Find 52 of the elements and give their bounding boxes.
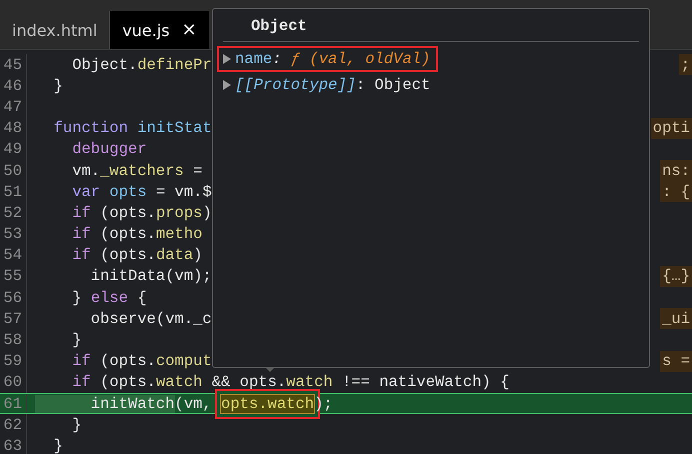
code-line: } bbox=[71, 416, 82, 434]
expand-arrow-icon[interactable] bbox=[223, 54, 231, 64]
code-line: if (opts.props) bbox=[71, 204, 212, 222]
code-line: Object.definePr bbox=[71, 56, 212, 74]
code-line: initData(vm); bbox=[90, 267, 212, 286]
code-line: if (opts.metho bbox=[71, 225, 202, 244]
inline-value: : { bbox=[660, 181, 692, 202]
code-line: debugger bbox=[71, 140, 147, 158]
code-line: if (opts.comput bbox=[71, 352, 212, 370]
line-number: 61 bbox=[0, 394, 27, 414]
line-number: 49 bbox=[0, 138, 27, 160]
line-number: 47 bbox=[0, 96, 27, 118]
line-number: 54 bbox=[0, 244, 27, 266]
inline-value: s = bbox=[660, 350, 692, 372]
line-number: 45 bbox=[0, 54, 27, 76]
inline-value: {…} bbox=[660, 266, 692, 288]
code-line: if (opts.data) bbox=[71, 246, 202, 264]
line-number: 46 bbox=[0, 75, 27, 96]
property-value: : ƒ (val, oldVal) bbox=[272, 50, 430, 68]
inline-value: opti bbox=[650, 118, 692, 139]
line-number: 50 bbox=[0, 160, 27, 182]
line-number: 59 bbox=[0, 350, 27, 372]
code-line: observe(vm._c bbox=[90, 310, 212, 328]
line-number: 56 bbox=[0, 287, 27, 308]
property-value: : Object bbox=[356, 76, 430, 94]
popover-title: Object bbox=[223, 17, 639, 42]
line-number: 51 bbox=[0, 181, 27, 202]
file-tab[interactable]: vue.js × bbox=[109, 11, 209, 49]
line-number: 62 bbox=[0, 414, 27, 436]
code-line: function initStat bbox=[52, 119, 212, 138]
code-line: var opts = vm.$ bbox=[71, 182, 212, 201]
line-number: 53 bbox=[0, 224, 27, 245]
code-line: } bbox=[52, 76, 63, 95]
inline-value: _ui bbox=[660, 308, 692, 330]
hovered-expression[interactable]: opts.watch bbox=[221, 394, 314, 413]
code-line: if (opts.watch && opts.watch !== nativeWatch) { bbox=[71, 373, 510, 392]
line-number: 55 bbox=[0, 266, 27, 288]
inline-value: ns: bbox=[660, 160, 692, 182]
expand-arrow-icon[interactable] bbox=[223, 80, 231, 90]
code-line: vm._watchers = bbox=[71, 162, 202, 180]
line-number: 57 bbox=[0, 308, 27, 330]
property-name: name bbox=[235, 50, 272, 68]
code-line: } bbox=[52, 436, 63, 454]
code-line: } else { bbox=[71, 288, 147, 307]
line-number: 52 bbox=[0, 202, 27, 224]
line-number: 48 bbox=[0, 118, 27, 139]
line-number: 58 bbox=[0, 329, 27, 351]
code-line: } bbox=[71, 331, 82, 350]
property-name: [[Prototype]] bbox=[235, 76, 356, 94]
line-number: 63 bbox=[0, 435, 27, 454]
close-icon[interactable]: × bbox=[182, 21, 197, 39]
inline-value: ; bbox=[678, 54, 692, 76]
